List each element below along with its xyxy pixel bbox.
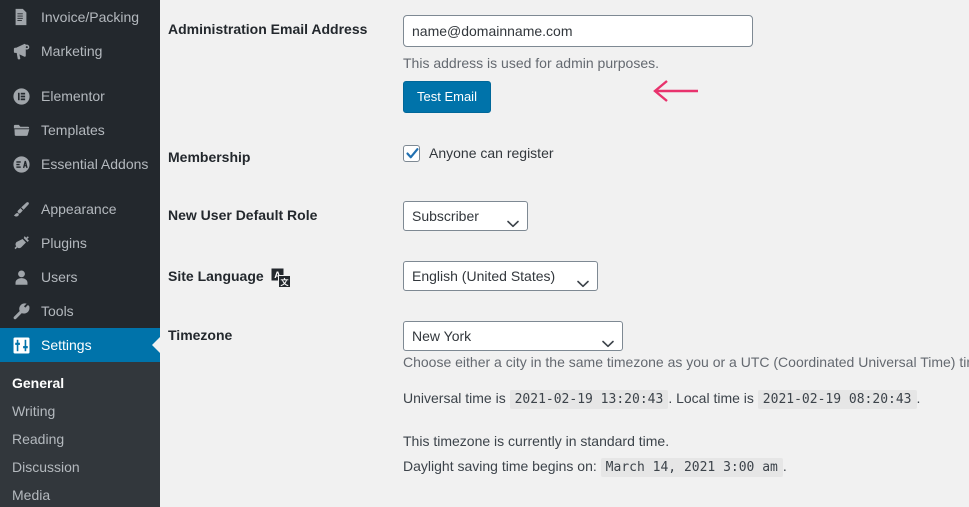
local-time-prefix: Local time is [676, 389, 754, 406]
folder-icon [10, 120, 32, 140]
label-default-role: New User Default Role [168, 207, 318, 224]
svg-text:文: 文 [280, 277, 289, 287]
sidebar-item-elementor[interactable]: Elementor [0, 79, 160, 113]
sidebar-item-templates[interactable]: Templates [0, 113, 160, 147]
universal-time-value: 2021-02-19 13:20:43 [509, 389, 669, 409]
sidebar-item-essential-addons[interactable]: Essential Addons [0, 147, 160, 181]
dst-prefix: Daylight saving time begins on: [403, 458, 597, 475]
sidebar-item-label: Invoice/Packing [41, 9, 140, 25]
wrench-icon [10, 301, 32, 321]
admin-sidebar: Invoice/Packing Marketing Elementor Templat… [0, 0, 160, 507]
site-language-select[interactable]: English (United States) [403, 261, 598, 292]
plug-icon [10, 233, 32, 253]
timezone-select-wrapper[interactable]: New York [403, 321, 623, 352]
sidebar-item-tools[interactable]: Tools [0, 294, 160, 328]
submenu-item-media[interactable]: Media [0, 481, 160, 507]
label-admin-email: Administration Email Address [168, 21, 368, 37]
timezone-dst-note: Daylight saving time begins on: March 14… [403, 456, 968, 478]
timezone-standard-note: This timezone is currently in standard t… [403, 433, 670, 450]
admin-email-description: This address is used for admin purposes. [403, 55, 660, 71]
translation-icon: A 文 [271, 268, 291, 289]
sidebar-item-label: Templates [41, 122, 105, 138]
field-timezone: New York Choose either a city in the sam… [393, 306, 969, 492]
label-timezone: Timezone [168, 327, 233, 344]
timezone-description: Choose either a city in the same timezon… [403, 354, 969, 371]
user-icon [10, 267, 32, 287]
submenu-item-writing[interactable]: Writing [0, 397, 160, 425]
universal-time-suffix: . [668, 389, 673, 406]
admin-menu: Invoice/Packing Marketing Elementor Templat… [0, 0, 160, 362]
test-email-button[interactable]: Test Email [403, 81, 491, 114]
sidebar-item-label: Users [41, 269, 78, 285]
sidebar-content-gap [160, 0, 168, 507]
wordpress-admin-screen: Invoice/Packing Marketing Elementor Templat… [0, 0, 969, 507]
row-site-language: Site Language A 文 English (United States… [168, 246, 969, 306]
general-settings-form: Administration Email Address This addres… [168, 0, 969, 493]
sidebar-item-plugins[interactable]: Plugins [0, 226, 160, 260]
universal-time-prefix: Universal time is [403, 389, 506, 406]
sidebar-item-label: Appearance [41, 201, 117, 217]
site-language-label-text: Site Language [168, 268, 264, 285]
membership-checkbox-row[interactable]: Anyone can register [403, 143, 968, 164]
anyone-can-register-checkbox[interactable] [403, 145, 420, 163]
elementor-icon [10, 86, 32, 106]
sidebar-item-label: Essential Addons [41, 156, 149, 172]
sidebar-item-label: Settings [41, 337, 92, 353]
sidebar-item-invoice-packing[interactable]: Invoice/Packing [0, 0, 160, 34]
megaphone-icon [10, 41, 32, 61]
sidebar-item-users[interactable]: Users [0, 260, 160, 294]
row-timezone: Timezone New York Choose either a city i… [168, 306, 969, 492]
field-admin-email: This address is used for admin purposes.… [393, 0, 969, 128]
admin-email-input[interactable] [403, 15, 753, 47]
timezone-current-times: Universal time is 2021-02-19 13:20:43. L… [403, 388, 968, 410]
sidebar-item-marketing[interactable]: Marketing [0, 34, 160, 68]
submenu-item-reading[interactable]: Reading [0, 425, 160, 453]
row-default-role: New User Default Role SubscriberContribu… [168, 186, 969, 246]
checkmark-icon [406, 148, 419, 159]
dst-date-value: March 14, 2021 3:00 am [600, 458, 783, 478]
sidebar-item-appearance[interactable]: Appearance [0, 192, 160, 226]
row-admin-email: Administration Email Address This addres… [168, 0, 969, 128]
paintbrush-icon [10, 199, 32, 219]
submenu-item-discussion[interactable]: Discussion [0, 453, 160, 481]
anyone-can-register-label: Anyone can register [429, 145, 554, 162]
site-language-select-wrapper[interactable]: English (United States) [403, 261, 598, 292]
submenu-item-general[interactable]: General [0, 369, 160, 397]
field-default-role: SubscriberContributorAuthorEditorAdminis… [393, 186, 969, 246]
local-time-value: 2021-02-19 08:20:43 [757, 389, 917, 409]
label-membership: Membership [168, 149, 251, 166]
sliders-icon [10, 335, 32, 355]
row-membership: Membership Anyone can register [168, 128, 969, 186]
default-role-select-wrapper[interactable]: SubscriberContributorAuthorEditorAdminis… [403, 201, 528, 232]
settings-submenu: General Writing Reading Discussion Media [0, 362, 160, 507]
essential-addons-icon [10, 154, 32, 174]
field-membership: Anyone can register [393, 128, 969, 186]
settings-content: Administration Email Address This addres… [168, 0, 969, 507]
document-icon [10, 7, 32, 27]
sidebar-item-label: Tools [41, 303, 74, 319]
sidebar-item-label: Elementor [41, 88, 105, 104]
default-role-select[interactable]: SubscriberContributorAuthorEditorAdminis… [403, 201, 528, 232]
timezone-select[interactable]: New York [403, 321, 623, 352]
sidebar-item-label: Plugins [41, 235, 87, 251]
label-site-language: Site Language A 文 [168, 246, 393, 306]
sidebar-item-label: Marketing [41, 43, 103, 59]
dst-suffix: . [782, 458, 787, 475]
local-time-suffix: . [916, 389, 921, 406]
sidebar-item-settings[interactable]: Settings [0, 328, 160, 362]
field-site-language: English (United States) [393, 246, 969, 306]
